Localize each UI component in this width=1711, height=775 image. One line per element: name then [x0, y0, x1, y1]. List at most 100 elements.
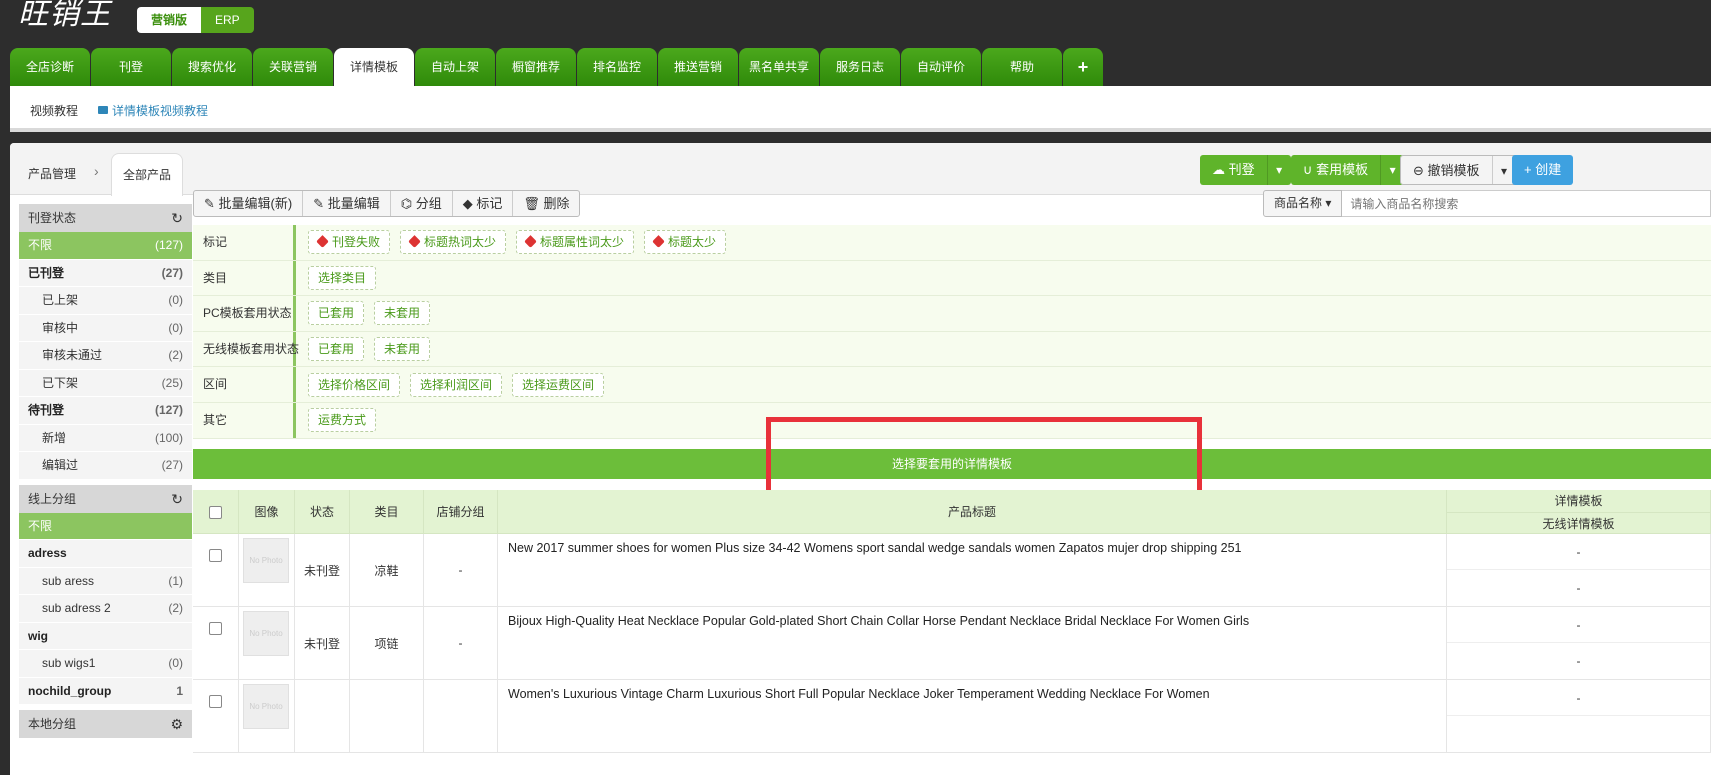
filter-tag-few-hot-words[interactable]: 标题热词太少 — [400, 230, 507, 255]
tab-service-log[interactable]: 服务日志 — [820, 48, 900, 86]
edition-erp[interactable]: ERP — [201, 7, 254, 33]
filter-tag-title-short[interactable]: 标题太少 — [644, 230, 727, 255]
header-detail-template: 详情模板 — [1554, 494, 1603, 508]
tab-related-marketing[interactable]: 关联营销 — [253, 48, 333, 86]
tab-ranking-monitor[interactable]: 排名监控 — [577, 48, 657, 86]
tag-icon — [408, 235, 421, 249]
sidebar-item-review-failed[interactable]: 审核未通过 (2) — [19, 342, 192, 370]
header-store-group: 店铺分组 — [424, 490, 498, 533]
sidebar-item-pending[interactable]: 待刊登 (127) — [19, 397, 192, 425]
sidebar-item-new[interactable]: 新增 (100) — [19, 424, 192, 452]
filter-tag-pc-not-applied[interactable]: 未套用 — [374, 301, 431, 326]
mark-button[interactable]: ◆ 标记 — [453, 191, 514, 216]
filter-tag-shipping-method[interactable]: 运费方式 — [308, 408, 377, 433]
row-status: 未刊登 — [295, 534, 350, 606]
refresh-icon[interactable]: ↻ — [171, 485, 183, 513]
search-field-select[interactable]: 商品名称 ▾ — [1263, 190, 1343, 217]
row-group: - — [424, 607, 498, 679]
product-table: 图像 状态 类目 店铺分组 产品标题 详情模板 无线详情模板 No Photo … — [193, 490, 1711, 753]
sidebar-item-all[interactable]: 不限 (127) — [19, 232, 192, 260]
row-checkbox[interactable] — [209, 549, 222, 563]
row-image-cell: No Photo — [239, 680, 295, 752]
sidebar-item-group-nochild[interactable]: nochild_group 1 — [19, 677, 192, 705]
edition-marketing[interactable]: 营销版 — [137, 7, 202, 33]
tab-auto-listing[interactable]: 自动上架 — [415, 48, 495, 86]
select-all-checkbox[interactable] — [209, 506, 222, 520]
sidebar-header-publish-status: 刊登状态 ↻ — [19, 204, 192, 232]
sidebar-item-group-sub-wigs1[interactable]: sub wigs1 (0) — [19, 650, 192, 678]
tab-all-products[interactable]: 全部产品 — [111, 153, 183, 196]
publish-button[interactable]: ☁ 刊登 — [1200, 155, 1267, 185]
breadcrumb-product-management[interactable]: 产品管理 — [28, 165, 76, 182]
breadcrumb: 产品管理 › 全部产品 ☁ 刊登 ▾ ∪ 套用模板 ▾ ⊖ 撤销模板 ▾ + 创… — [10, 143, 1711, 196]
sidebar-item-published[interactable]: 已刊登 (27) — [19, 259, 192, 287]
video-tutorial-link[interactable]: 视频教程 — [30, 102, 78, 119]
highlight-box — [766, 417, 1202, 495]
app-logo[interactable]: 旺销王 — [18, 0, 111, 34]
sidebar-item-reviewing[interactable]: 审核中 (0) — [19, 314, 192, 342]
filter-label: 区间 — [193, 367, 296, 402]
row-title[interactable]: New 2017 summer shoes for women Plus siz… — [498, 534, 1447, 606]
filter-tag-wireless-applied[interactable]: 已套用 — [308, 337, 365, 362]
filter-tag-profit-range[interactable]: 选择利润区间 — [410, 372, 503, 397]
filter-tag-price-range[interactable]: 选择价格区间 — [308, 372, 401, 397]
sidebar-item-group-sub-aress[interactable]: sub aress (1) — [19, 567, 192, 595]
product-search: 商品名称 ▾ — [1263, 190, 1711, 217]
row-checkbox[interactable] — [209, 622, 222, 636]
tab-showcase[interactable]: 橱窗推荐 — [496, 48, 576, 86]
batch-edit-button[interactable]: ✎ 批量编辑 — [303, 191, 391, 216]
apply-template-button-group: ∪ 套用模板 ▾ — [1291, 155, 1405, 185]
chevron-right-icon: › — [94, 163, 99, 179]
content-panel: 产品管理 › 全部产品 ☁ 刊登 ▾ ∪ 套用模板 ▾ ⊖ 撤销模板 ▾ + 创… — [10, 143, 1711, 775]
sidebar-header-online-group: 线上分组 ↻ — [19, 484, 192, 513]
filter-tag-pc-applied[interactable]: 已套用 — [308, 301, 365, 326]
tab-auto-review[interactable]: 自动评价 — [901, 48, 981, 86]
sidebar-item-group-all[interactable]: 不限 — [19, 512, 192, 540]
sidebar-item-on-shelf[interactable]: 已上架 (0) — [19, 287, 192, 315]
add-tab-button[interactable]: + — [1063, 48, 1103, 86]
revoke-template-button[interactable]: ⊖ 撤销模板 — [1401, 156, 1492, 184]
sidebar-item-group-sub-adress-2[interactable]: sub adress 2 (2) — [19, 595, 192, 623]
create-button[interactable]: + 创建 — [1512, 155, 1574, 185]
batch-edit-new-button[interactable]: ✎ 批量编辑(新) — [194, 191, 304, 216]
filter-tag-shipping-range[interactable]: 选择运费区间 — [512, 372, 605, 397]
refresh-icon[interactable]: ↻ — [171, 204, 183, 232]
tab-publish[interactable]: 刊登 — [91, 48, 171, 86]
filter-row-mark: 标记 刊登失败 标题热词太少 标题属性词太少 标题太少 — [193, 225, 1711, 261]
tab-push-marketing[interactable]: 推送营销 — [658, 48, 738, 86]
row-title[interactable]: Women's Luxurious Vintage Charm Luxuriou… — [498, 680, 1447, 752]
product-thumbnail[interactable]: No Photo — [243, 684, 289, 729]
tab-detail-template[interactable]: 详情模板 — [334, 48, 414, 86]
row-title[interactable]: Bijoux High-Quality Heat Necklace Popula… — [498, 607, 1447, 679]
sidebar-item-group-adress[interactable]: adress — [19, 540, 192, 568]
delete-button[interactable]: 🗑 删除 — [513, 191, 579, 216]
publish-dropdown-caret[interactable]: ▾ — [1266, 155, 1291, 185]
filter-tag-wireless-not-applied[interactable]: 未套用 — [374, 337, 431, 362]
filter-label: PC模板套用状态 — [193, 296, 296, 331]
tab-store-diagnosis[interactable]: 全店诊断 — [10, 48, 90, 86]
header-image: 图像 — [239, 490, 295, 533]
table-row: No Photo 未刊登 项链 - Bijoux High-Quality He… — [193, 607, 1711, 680]
row-wireless-template: - — [1576, 581, 1581, 595]
tab-help[interactable]: 帮助 — [982, 48, 1062, 86]
row-checkbox[interactable] — [209, 695, 222, 709]
publish-button-group: ☁ 刊登 ▾ — [1200, 155, 1291, 185]
filter-tag-select-category[interactable]: 选择类目 — [308, 265, 377, 290]
row-category — [350, 680, 424, 752]
sidebar-item-edited[interactable]: 编辑过 (27) — [19, 452, 192, 480]
tab-search-optimization[interactable]: 搜索优化 — [172, 48, 252, 86]
group-button[interactable]: ⌬ 分组 — [391, 191, 453, 216]
sidebar-item-group-wig[interactable]: wig — [19, 622, 192, 650]
filter-tag-few-attr-words[interactable]: 标题属性词太少 — [516, 230, 635, 255]
product-thumbnail[interactable]: No Photo — [243, 538, 289, 583]
detail-video-link[interactable]: 详情模板视频教程 — [98, 102, 208, 119]
gear-icon[interactable]: ⚙ — [170, 710, 183, 738]
filter-tag-publish-failed[interactable]: 刊登失败 — [308, 230, 391, 255]
search-input[interactable] — [1342, 190, 1711, 217]
row-wireless-template: - — [1576, 654, 1581, 668]
tab-blacklist[interactable]: 黑名单共享 — [739, 48, 819, 86]
table-row: No Photo 未刊登 凉鞋 - New 2017 summer shoes … — [193, 534, 1711, 607]
apply-template-button[interactable]: ∪ 套用模板 — [1291, 155, 1381, 185]
product-thumbnail[interactable]: No Photo — [243, 611, 289, 656]
sidebar-item-off-shelf[interactable]: 已下架 (25) — [19, 369, 192, 397]
